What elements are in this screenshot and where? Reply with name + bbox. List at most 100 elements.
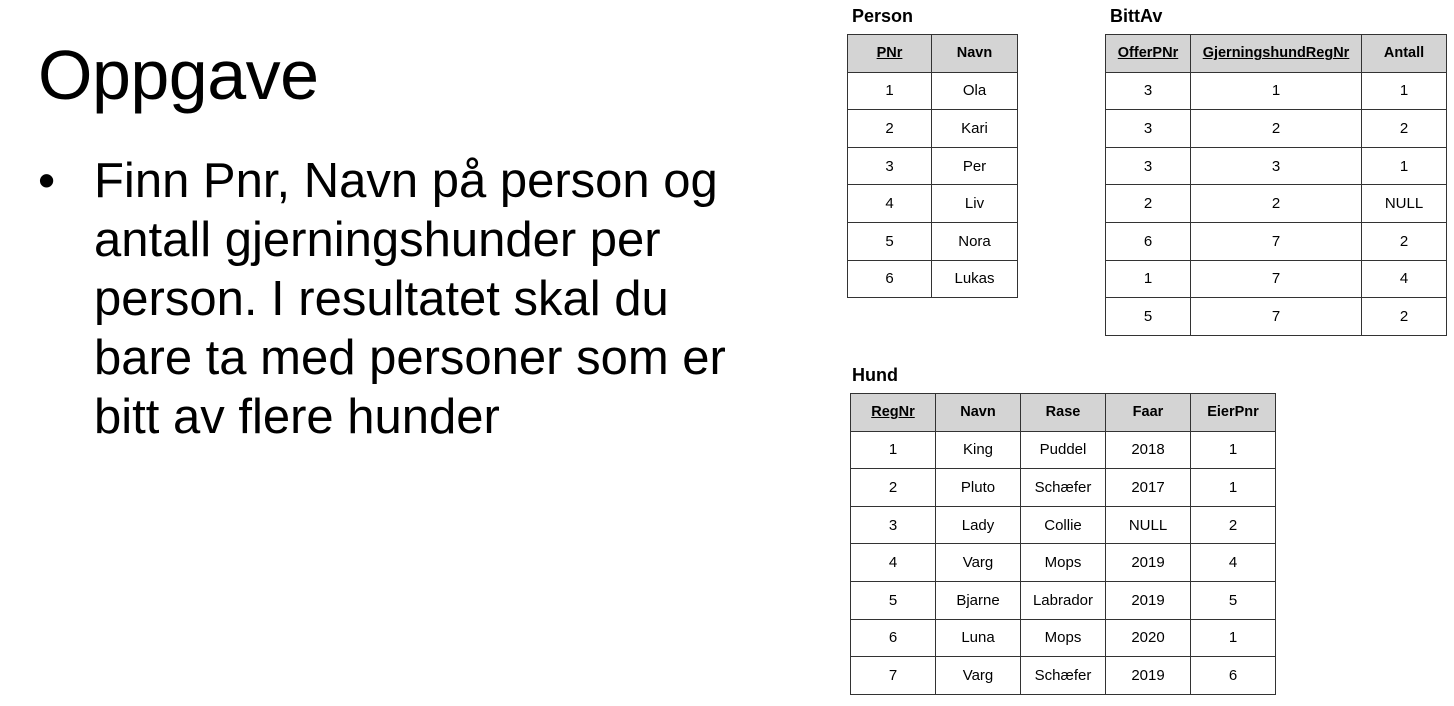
table-cell: 1 xyxy=(1190,618,1276,658)
table-cell: Mops xyxy=(1020,543,1106,582)
table-cell: 3 xyxy=(850,505,936,545)
table-cell: King xyxy=(935,430,1021,470)
table-cell: Lady xyxy=(935,505,1021,545)
table-cell: Labrador xyxy=(1020,580,1106,620)
table-row: 6 7 2 xyxy=(1105,221,1447,261)
table-cell: 2 xyxy=(850,468,936,507)
table-cell: 1 xyxy=(1190,468,1276,507)
table-cell: Schæfer xyxy=(1020,656,1106,695)
table-row: 3 3 1 xyxy=(1105,146,1447,186)
table-cell: Varg xyxy=(935,543,1021,582)
table-cell: Ola xyxy=(931,71,1018,111)
table-cell: 2017 xyxy=(1105,468,1191,507)
table-header-row: RegNr Navn Rase Faar EierPnr xyxy=(850,393,1276,432)
table-cell: Collie xyxy=(1020,505,1106,545)
table-cell: 3 xyxy=(1105,109,1191,148)
table-cell: 3 xyxy=(1105,146,1191,186)
table-cell: 5 xyxy=(1105,297,1191,336)
table-cell: 4 xyxy=(847,184,932,223)
table-cell: Puddel xyxy=(1020,430,1106,470)
column-header-offerpnr: OfferPNr xyxy=(1105,34,1191,73)
table-cell: 5 xyxy=(847,221,932,261)
table-row: 2 Kari xyxy=(847,109,1018,148)
table-row: 5 7 2 xyxy=(1105,297,1447,336)
table-cell: 2 xyxy=(1190,109,1362,148)
table-row: 3 2 2 xyxy=(1105,109,1447,148)
bittav-table-caption: BittAv xyxy=(1110,6,1163,26)
table-cell: NULL xyxy=(1105,505,1191,545)
table-cell: 2019 xyxy=(1105,543,1191,582)
table-cell: 1 xyxy=(1190,71,1362,111)
table-row: 1 Ola xyxy=(847,71,1018,111)
column-header-eierpnr: EierPnr xyxy=(1190,393,1276,432)
table-cell: 2 xyxy=(1190,505,1276,545)
table-row: 3 1 1 xyxy=(1105,71,1447,111)
hund-table-caption: Hund xyxy=(852,365,898,385)
table-cell: 4 xyxy=(1361,259,1447,299)
bullet-item: • Finn Pnr, Navn på person og antall gje… xyxy=(38,152,758,447)
table-cell: 7 xyxy=(850,656,936,695)
table-cell: 1 xyxy=(1361,146,1447,186)
table-row: 5 Nora xyxy=(847,221,1018,261)
table-cell: 3 xyxy=(1105,71,1191,111)
table-cell: 7 xyxy=(1190,297,1362,336)
table-cell: NULL xyxy=(1361,184,1447,223)
table-row: 6 Luna Mops 2020 1 xyxy=(850,618,1276,658)
table-cell: Nora xyxy=(931,221,1018,261)
person-table-caption: Person xyxy=(852,6,914,26)
slide-title: Oppgave xyxy=(38,36,319,114)
table-cell: Pluto xyxy=(935,468,1021,507)
table-row: 5 Bjarne Labrador 2019 5 xyxy=(850,580,1276,620)
table-row: 7 Varg Schæfer 2019 6 xyxy=(850,656,1276,695)
table-cell: 6 xyxy=(847,259,932,299)
column-header-regnr: RegNr xyxy=(850,393,936,432)
column-header-gjerningshundregnr: GjerningshundRegNr xyxy=(1190,34,1362,73)
column-header-rase: Rase xyxy=(1020,393,1106,432)
table-cell: 6 xyxy=(1190,656,1276,695)
table-cell: 1 xyxy=(847,71,932,111)
table-cell: Per xyxy=(931,146,1018,186)
column-header-antall: Antall xyxy=(1361,34,1447,73)
bullet-list: • Finn Pnr, Navn på person og antall gje… xyxy=(38,152,758,447)
table-cell: Luna xyxy=(935,618,1021,658)
table-row: 3 Lady Collie NULL 2 xyxy=(850,505,1276,545)
table-cell: 2018 xyxy=(1105,430,1191,470)
table-cell: 5 xyxy=(1190,580,1276,620)
person-table: PNr Navn 1 Ola 2 Kari 3 Per 4 Liv 5 Nora… xyxy=(847,34,1018,299)
table-row: 3 Per xyxy=(847,146,1018,186)
table-cell: 6 xyxy=(850,618,936,658)
table-row: 1 King Puddel 2018 1 xyxy=(850,430,1276,470)
table-cell: 1 xyxy=(1105,259,1191,299)
table-cell: Mops xyxy=(1020,618,1106,658)
table-cell: 7 xyxy=(1190,221,1362,261)
table-cell: 2 xyxy=(1190,184,1362,223)
table-cell: Lukas xyxy=(931,259,1018,299)
table-cell: 6 xyxy=(1105,221,1191,261)
table-cell: 2 xyxy=(847,109,932,148)
table-cell: 1 xyxy=(1190,430,1276,470)
table-cell: 2019 xyxy=(1105,580,1191,620)
table-cell: Bjarne xyxy=(935,580,1021,620)
table-cell: 1 xyxy=(1361,71,1447,111)
table-cell: Kari xyxy=(931,109,1018,148)
bittav-table: OfferPNr GjerningshundRegNr Antall 3 1 1… xyxy=(1105,34,1447,336)
table-cell: 4 xyxy=(850,543,936,582)
column-header-faar: Faar xyxy=(1105,393,1191,432)
table-cell: 2019 xyxy=(1105,656,1191,695)
table-cell: 4 xyxy=(1190,543,1276,582)
bullet-text: Finn Pnr, Navn på person og antall gjern… xyxy=(94,154,726,444)
column-header-navn: Navn xyxy=(931,34,1018,73)
table-cell: Schæfer xyxy=(1020,468,1106,507)
table-header-row: PNr Navn xyxy=(847,34,1018,73)
table-cell: 2 xyxy=(1361,109,1447,148)
table-cell: 5 xyxy=(850,580,936,620)
table-cell: 1 xyxy=(850,430,936,470)
table-cell: 3 xyxy=(1190,146,1362,186)
bullet-marker: • xyxy=(38,154,56,208)
hund-table: RegNr Navn Rase Faar EierPnr 1 King Pudd… xyxy=(850,393,1276,695)
table-row: 2 2 NULL xyxy=(1105,184,1447,223)
table-row: 6 Lukas xyxy=(847,259,1018,299)
column-header-pnr: PNr xyxy=(847,34,932,73)
table-cell: 7 xyxy=(1190,259,1362,299)
table-cell: 3 xyxy=(847,146,932,186)
